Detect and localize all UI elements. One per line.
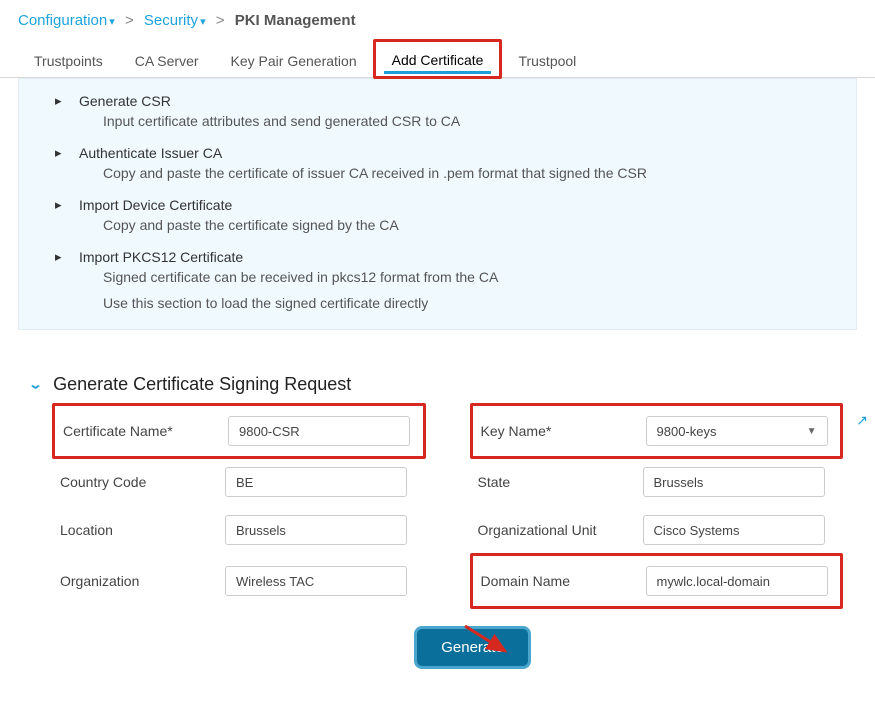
cert-name-input[interactable]	[228, 416, 410, 446]
field-key-name: Key Name* 9800-keys ▼ ↗	[470, 403, 844, 459]
location-label: Location	[60, 522, 215, 538]
step-import-pkcs12[interactable]: ▸ Import PKCS12 Certificate	[19, 243, 856, 267]
key-name-label: Key Name*	[481, 423, 636, 439]
step-title: Import Device Certificate	[79, 197, 232, 213]
chevron-right-icon: >	[125, 12, 134, 29]
tabs: Trustpoints CA Server Key Pair Generatio…	[0, 39, 875, 78]
bullet-icon: ▸	[55, 145, 62, 161]
org-label: Organization	[60, 573, 215, 589]
section-title: Generate Certificate Signing Request	[53, 374, 351, 395]
domain-input[interactable]	[646, 566, 828, 596]
breadcrumb: Configuration > Security > PKI Managemen…	[0, 0, 875, 39]
field-country: Country Code	[60, 467, 418, 497]
state-label: State	[478, 474, 633, 490]
country-label: Country Code	[60, 474, 215, 490]
bullet-icon: ▸	[55, 197, 62, 213]
cert-name-label: Certificate Name*	[63, 423, 218, 439]
step-desc: Use this section to load the signed cert…	[19, 295, 856, 321]
tab-keypair[interactable]: Key Pair Generation	[215, 43, 373, 77]
breadcrumb-security[interactable]: Security	[144, 12, 206, 29]
chevron-right-icon: >	[216, 12, 225, 29]
step-desc: Copy and paste the certificate signed by…	[19, 215, 856, 243]
field-state: State	[478, 467, 836, 497]
key-name-select[interactable]: 9800-keys ▼	[646, 416, 828, 446]
ou-input[interactable]	[643, 515, 825, 545]
breadcrumb-configuration[interactable]: Configuration	[18, 12, 115, 29]
field-domain: Domain Name	[470, 553, 844, 609]
bullet-icon: ▸	[55, 93, 62, 109]
generate-row: Generate	[0, 619, 875, 686]
bullet-icon: ▸	[55, 249, 62, 265]
state-input[interactable]	[643, 467, 825, 497]
step-import-device[interactable]: ▸ Import Device Certificate	[19, 191, 856, 215]
breadcrumb-current: PKI Management	[235, 12, 356, 29]
domain-label: Domain Name	[481, 573, 636, 589]
steps-panel: ▸ Generate CSR Input certificate attribu…	[18, 78, 857, 330]
key-name-value: 9800-keys	[657, 424, 717, 439]
step-desc: Copy and paste the certificate of issuer…	[19, 163, 856, 191]
tab-trustpool[interactable]: Trustpool	[502, 43, 592, 77]
ou-label: Organizational Unit	[478, 522, 633, 538]
step-title: Generate CSR	[79, 93, 171, 109]
field-ou: Organizational Unit	[478, 515, 836, 545]
tab-trustpoints[interactable]: Trustpoints	[18, 43, 119, 77]
org-input[interactable]	[225, 566, 407, 596]
generate-button[interactable]: Generate	[417, 629, 528, 666]
step-generate-csr[interactable]: ▸ Generate CSR	[19, 87, 856, 111]
csr-form: Certificate Name* Key Name* 9800-keys ▼ …	[0, 403, 875, 619]
chevron-down-icon: ▼	[807, 426, 817, 437]
section-header[interactable]: ⌄ Generate Certificate Signing Request	[0, 354, 875, 403]
tab-ca-server[interactable]: CA Server	[119, 43, 215, 77]
field-location: Location	[60, 515, 418, 545]
popout-icon[interactable]: ↗	[856, 412, 868, 429]
location-input[interactable]	[225, 515, 407, 545]
step-title: Authenticate Issuer CA	[79, 145, 222, 161]
country-input[interactable]	[225, 467, 407, 497]
field-cert-name: Certificate Name*	[52, 403, 426, 459]
step-title: Import PKCS12 Certificate	[79, 249, 243, 265]
step-desc: Signed certificate can be received in pk…	[19, 267, 856, 295]
step-desc: Input certificate attributes and send ge…	[19, 111, 856, 139]
chevron-down-icon: ⌄	[28, 377, 43, 392]
tab-add-certificate[interactable]: Add Certificate	[373, 39, 503, 79]
field-org: Organization	[60, 563, 418, 599]
step-auth-issuer[interactable]: ▸ Authenticate Issuer CA	[19, 139, 856, 163]
